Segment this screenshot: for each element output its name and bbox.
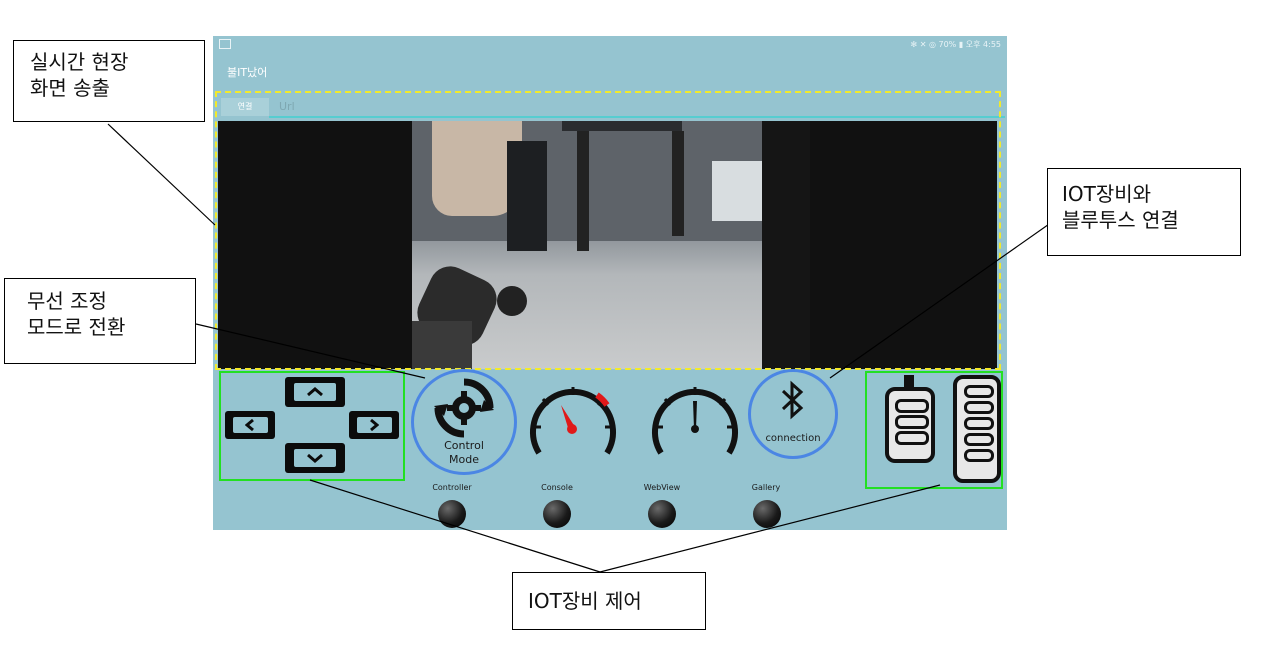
callout-live-stream: 실시간 현장 화면 송출 <box>13 40 205 122</box>
callout-iot-control: IOT장비 제어 <box>512 572 706 630</box>
callout-wireless-mode: 무선 조정 모드로 전환 <box>4 278 196 364</box>
callout-bluetooth: IOT장비와 블루투스 연결 <box>1047 168 1241 256</box>
